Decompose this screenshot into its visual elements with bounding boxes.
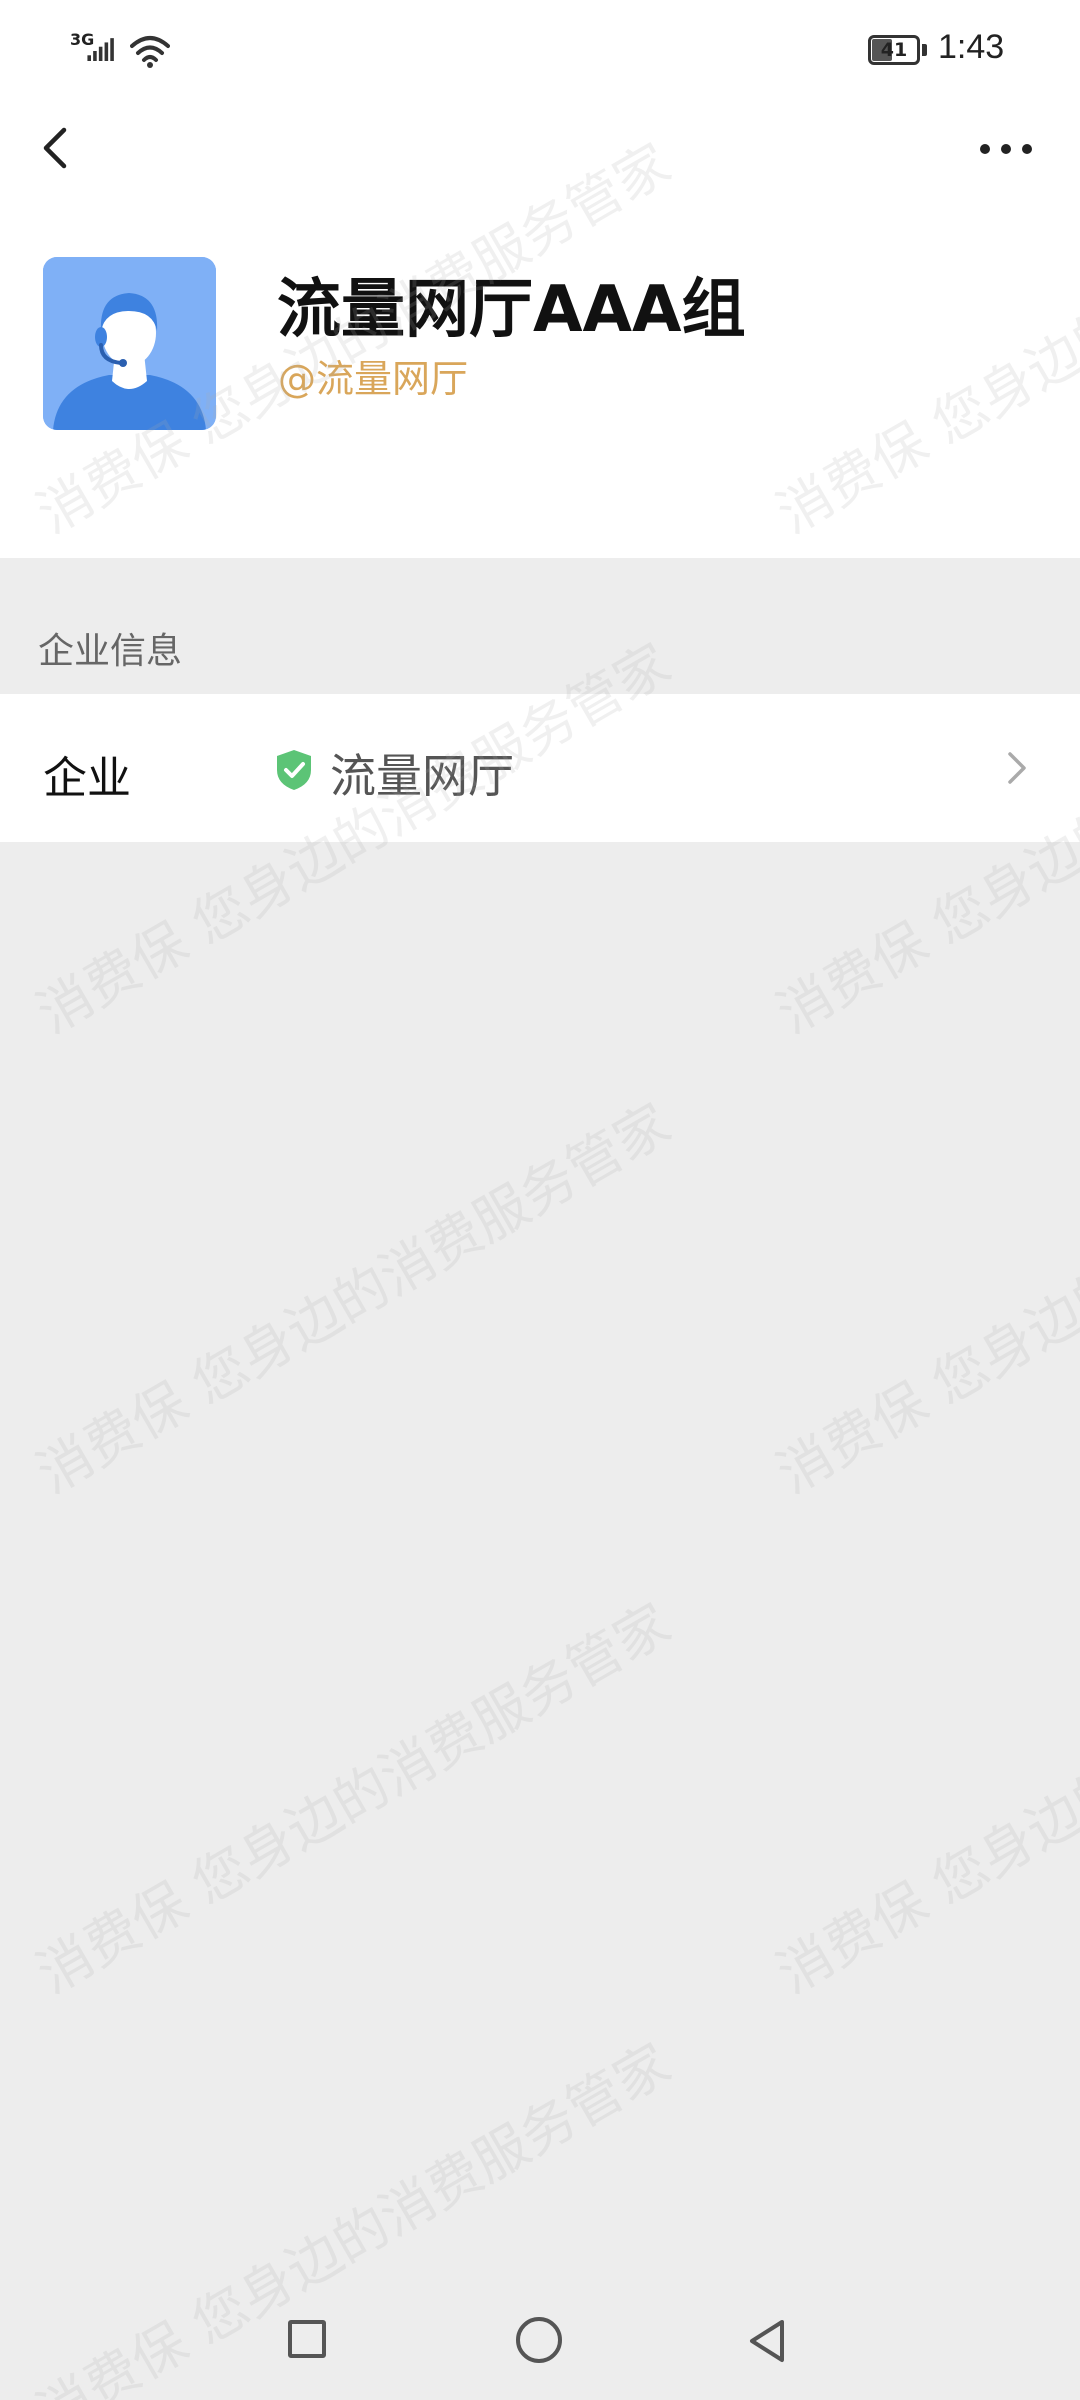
battery-level: 41 xyxy=(880,39,908,61)
chevron-right-icon xyxy=(1008,752,1026,784)
watermark-text: 消费保 您身边的消费服务管家 xyxy=(26,1091,681,1506)
clock: 1:43 xyxy=(938,28,1005,66)
profile-handle: @流量网厅 xyxy=(278,357,469,401)
system-back-button[interactable] xyxy=(744,2316,790,2366)
status-bar: 3G 41 1:43 xyxy=(0,0,1080,100)
back-button[interactable] xyxy=(30,116,80,180)
home-button[interactable] xyxy=(516,2317,562,2363)
profile-page: 3G 41 1:43 流量网厅AAA组 @流量网厅 企业信息 企业 流量网厅 消… xyxy=(0,0,1080,2400)
section-title: 企业信息 xyxy=(38,631,183,672)
customer-service-agent-icon xyxy=(43,257,216,430)
watermark-text: 消费保 您身边的消费服务管家 xyxy=(766,1091,1080,1506)
recents-button[interactable] xyxy=(288,2320,326,2358)
more-dot-icon xyxy=(1022,144,1032,154)
wifi-icon xyxy=(130,36,170,68)
enterprise-value: 流量网厅 xyxy=(330,749,514,803)
enterprise-row[interactable]: 企业 流量网厅 xyxy=(0,694,1080,842)
shield-check-icon xyxy=(277,750,311,790)
profile-header: 流量网厅AAA组 @流量网厅 xyxy=(0,200,1080,558)
battery-icon: 41 xyxy=(868,35,928,67)
top-nav-bar xyxy=(0,100,1080,200)
more-options-button[interactable] xyxy=(974,134,1038,164)
enterprise-label: 企业 xyxy=(43,753,131,804)
more-dot-icon xyxy=(1001,144,1011,154)
system-nav-bar xyxy=(0,2290,1080,2400)
avatar[interactable] xyxy=(43,257,216,430)
more-dot-icon xyxy=(980,144,990,154)
signal-icon xyxy=(87,38,114,61)
profile-name: 流量网厅AAA组 xyxy=(277,273,746,347)
watermark-text: 消费保 您身边的消费服务管家 xyxy=(26,1591,681,2006)
watermark-text: 消费保 您身边的消费服务管家 xyxy=(766,1591,1080,2006)
